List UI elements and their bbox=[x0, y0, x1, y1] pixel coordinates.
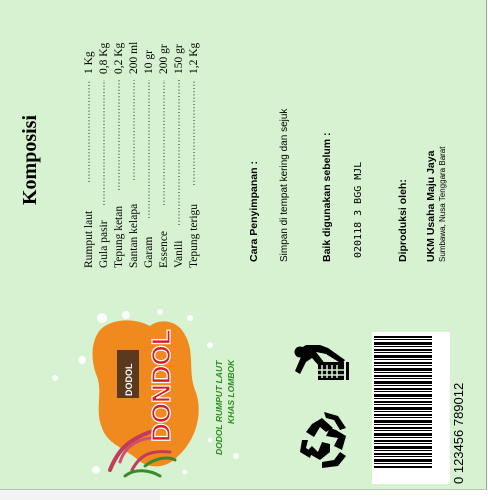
ingredient-list: Rumput laut Gula pasir Tepung ketan Sant… bbox=[83, 204, 200, 268]
composition-title: Komposisi bbox=[19, 115, 41, 205]
ingredient-qty-list: 1 Kg 0,8 Kg 0,2 Kg 200 ml 10 gr 200 gr 1… bbox=[83, 42, 200, 74]
ingredient-qty: 200 gr bbox=[158, 44, 170, 74]
dot-leaders bbox=[88, 80, 195, 225]
best-before-code: 020118 3 BGG MJL bbox=[353, 162, 364, 258]
dispose-properly-icon bbox=[294, 345, 349, 380]
producer-heading: Diproduksi oleh: bbox=[397, 179, 409, 262]
ingredient-name: Garam bbox=[143, 237, 155, 268]
ingredient-qty: 0,2 Kg bbox=[113, 42, 125, 74]
ingredient-name: Essence bbox=[158, 231, 170, 268]
ingredient-name: Rumput laut bbox=[83, 210, 95, 268]
storage-heading: Cara Penyimpanan : bbox=[248, 161, 260, 262]
producer-address: Sumbawa, Nusa Tenggara Barat bbox=[438, 146, 447, 262]
brand-big: DONDOL bbox=[146, 329, 176, 442]
brand-tagline-2: KHAS LOMBOK bbox=[226, 359, 236, 424]
ingredient-name: Vanili bbox=[173, 241, 185, 268]
ingredient-qty: 0,8 Kg bbox=[98, 42, 110, 74]
ingredient-qty: 150 gr bbox=[173, 44, 185, 74]
ingredient-qty: 10 gr bbox=[143, 50, 155, 74]
best-before-heading: Baik digunakan sebelum : bbox=[321, 132, 333, 262]
ingredient-name: Gula pasir bbox=[98, 220, 110, 268]
barcode-number-svg bbox=[432, 332, 450, 484]
ingredient-name: Tepung ketan bbox=[113, 206, 125, 268]
ingredient-qty: 200 ml bbox=[128, 42, 140, 74]
brand-tagline-1: DODOL RUMPUT LAUT bbox=[214, 360, 224, 455]
storage-text: Simpan di tempat kering dan sejuk bbox=[279, 108, 290, 262]
barcode bbox=[372, 332, 450, 484]
ingredient-name: Tepung terigu bbox=[188, 204, 200, 268]
producer-name: UKM Usaha Maju Jaya bbox=[425, 150, 437, 262]
brand-small: DODOL bbox=[124, 363, 134, 396]
ingredient-qty: 1 Kg bbox=[83, 51, 95, 74]
recycle-icon bbox=[300, 412, 346, 468]
ingredient-name: Santan kelapa bbox=[128, 204, 140, 268]
brand-logo: DODOL DONDOL DODOL RUMPUT LAUT KHAS LOMB… bbox=[52, 309, 239, 478]
ingredient-qty: 1,2 Kg bbox=[188, 42, 200, 74]
